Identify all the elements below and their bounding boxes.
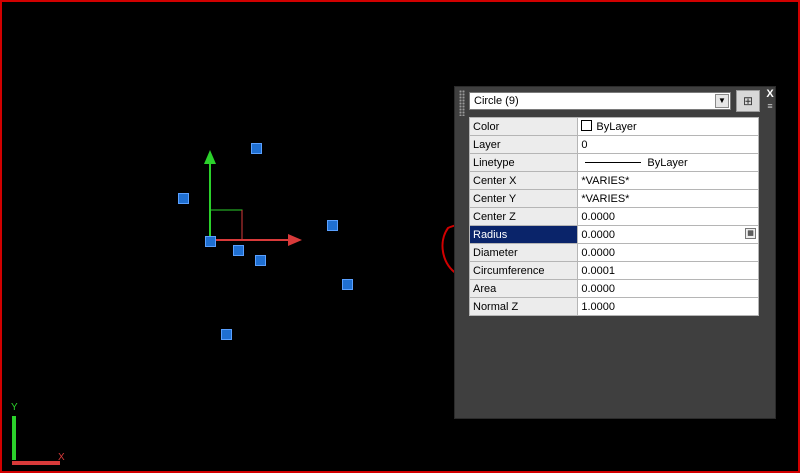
property-row-layer[interactable]: Layer 0 bbox=[468, 135, 759, 154]
selection-dropdown[interactable]: Circle (9) ▼ bbox=[469, 92, 731, 110]
property-value[interactable]: ByLayer bbox=[577, 117, 759, 136]
property-value[interactable]: *VARIES* bbox=[577, 189, 759, 208]
property-name: Layer bbox=[468, 135, 579, 154]
property-row-circumference[interactable]: Circumference 0.0001 bbox=[468, 261, 759, 280]
property-name: Center Z bbox=[468, 207, 579, 226]
property-name: Center X bbox=[468, 171, 579, 190]
grip-6[interactable] bbox=[255, 255, 266, 266]
grip-5[interactable] bbox=[233, 245, 244, 256]
property-value[interactable]: ByLayer bbox=[577, 153, 759, 172]
property-row-area[interactable]: Area 0.0000 bbox=[468, 279, 759, 298]
property-row-normal-z[interactable]: Normal Z 1.0000 bbox=[468, 297, 759, 316]
property-name: Diameter bbox=[468, 243, 579, 262]
property-row-linetype[interactable]: Linetype ByLayer bbox=[468, 153, 759, 172]
property-row-color[interactable]: Color ByLayer bbox=[468, 117, 759, 136]
calculator-icon[interactable]: ▦ bbox=[745, 228, 756, 239]
property-value[interactable]: 0.0001 bbox=[577, 261, 759, 280]
gizmo-y-arrow bbox=[204, 150, 216, 164]
close-icon[interactable]: X bbox=[764, 88, 776, 100]
property-value[interactable]: 0.0000 bbox=[577, 207, 759, 226]
property-name: Linetype bbox=[468, 153, 579, 172]
property-name: Radius bbox=[468, 225, 579, 244]
property-value[interactable]: 0.0000 bbox=[577, 243, 759, 262]
property-value[interactable]: 0.0000 ▦ bbox=[577, 225, 759, 244]
property-value[interactable]: 1.0000 bbox=[577, 297, 759, 316]
grip-7[interactable] bbox=[342, 279, 353, 290]
property-name: Center Y bbox=[468, 189, 579, 208]
property-value[interactable]: 0.0000 bbox=[577, 279, 759, 298]
property-name: Color bbox=[468, 117, 579, 136]
palette-menu-icon[interactable]: ≡ bbox=[764, 101, 776, 111]
selection-label: Circle (9) bbox=[474, 95, 519, 107]
property-name: Area bbox=[468, 279, 579, 298]
property-value-text: ByLayer bbox=[596, 121, 637, 133]
quick-select-icon: ⊞ bbox=[742, 94, 754, 108]
palette-drag-handle[interactable] bbox=[459, 90, 465, 116]
property-name: Circumference bbox=[468, 261, 579, 280]
property-value[interactable]: 0 bbox=[577, 135, 759, 154]
chevron-down-icon[interactable]: ▼ bbox=[715, 94, 729, 108]
grip-3[interactable] bbox=[327, 220, 338, 231]
quick-select-button[interactable]: ⊞ bbox=[736, 90, 760, 112]
property-row-center-z[interactable]: Center Z 0.0000 bbox=[468, 207, 759, 226]
property-value-text: 0.0000 bbox=[581, 228, 616, 241]
property-value-text: ByLayer bbox=[647, 156, 688, 169]
gizmo-x-arrow bbox=[288, 234, 302, 246]
grip-8[interactable] bbox=[221, 329, 232, 340]
property-row-center-x[interactable]: Center X *VARIES* bbox=[468, 171, 759, 190]
linetype-sample-icon bbox=[585, 161, 642, 163]
properties-palette: Circle (9) ▼ ⊞ X ≡ Color ByLayer Layer 0… bbox=[454, 86, 776, 419]
property-grid: Color ByLayer Layer 0 Linetype ByLayer C… bbox=[468, 117, 759, 316]
property-value[interactable]: *VARIES* bbox=[577, 171, 759, 190]
ucs-x-label: X bbox=[58, 452, 65, 463]
property-row-radius[interactable]: Radius 0.0000 ▦ bbox=[468, 225, 759, 244]
property-row-diameter[interactable]: Diameter 0.0000 bbox=[468, 243, 759, 262]
property-row-center-y[interactable]: Center Y *VARIES* bbox=[468, 189, 759, 208]
color-swatch-icon bbox=[581, 120, 593, 131]
grip-4[interactable] bbox=[205, 236, 216, 247]
property-name: Normal Z bbox=[468, 297, 579, 316]
grip-2[interactable] bbox=[178, 193, 189, 204]
grip-1[interactable] bbox=[251, 143, 262, 154]
ucs-y-label: Y bbox=[11, 402, 18, 413]
